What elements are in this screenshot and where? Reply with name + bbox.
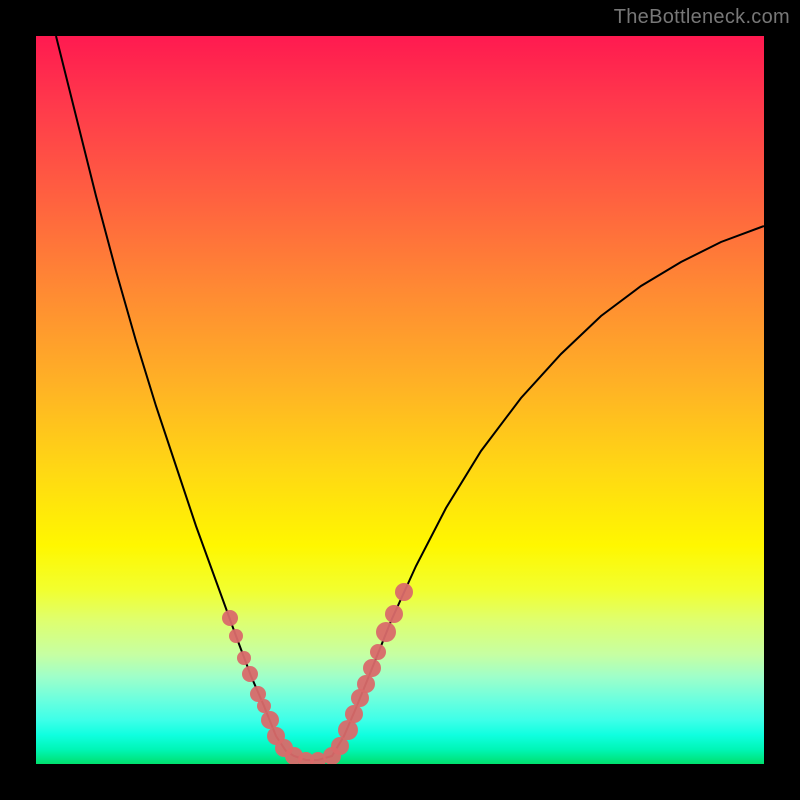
bottleneck-curve bbox=[56, 36, 764, 760]
data-point bbox=[242, 666, 258, 682]
data-point bbox=[376, 622, 396, 642]
data-point bbox=[338, 720, 358, 740]
plot-area bbox=[36, 36, 764, 764]
chart-svg bbox=[36, 36, 764, 764]
chart-frame: TheBottleneck.com bbox=[0, 0, 800, 800]
data-point bbox=[357, 675, 375, 693]
data-point bbox=[222, 610, 238, 626]
marker-layer bbox=[222, 583, 413, 764]
data-point bbox=[370, 644, 386, 660]
curve-layer bbox=[56, 36, 764, 760]
data-point bbox=[237, 651, 251, 665]
data-point bbox=[395, 583, 413, 601]
data-point bbox=[363, 659, 381, 677]
data-point bbox=[257, 699, 271, 713]
data-point bbox=[261, 711, 279, 729]
data-point bbox=[229, 629, 243, 643]
watermark-text: TheBottleneck.com bbox=[614, 6, 790, 29]
data-point bbox=[385, 605, 403, 623]
data-point bbox=[345, 705, 363, 723]
